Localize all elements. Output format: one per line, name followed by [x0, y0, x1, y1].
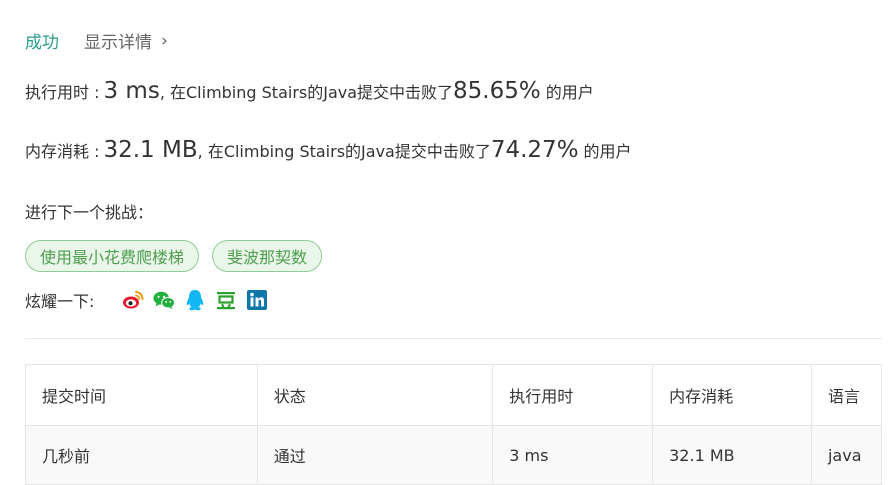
- header-status: 状态: [256, 364, 494, 426]
- memory-suffix: 的用户: [583, 142, 632, 161]
- runtime-stat: 执行用时 : 3 ms , 在Climbing Stairs的Java提交中击败…: [25, 78, 594, 104]
- memory-percent: 74.27%: [490, 137, 579, 163]
- linkedin-icon[interactable]: [246, 289, 268, 311]
- share-row: 炫耀一下:: [25, 288, 277, 312]
- douban-icon[interactable]: [215, 289, 237, 311]
- tag-min-cost-climbing-stairs[interactable]: 使用最小花费爬楼梯: [25, 240, 200, 272]
- tag-fibonacci-number[interactable]: 斐波那契数: [212, 240, 323, 272]
- runtime-percent: 85.65%: [453, 78, 541, 104]
- status-row: 成功 显示详情 ›: [25, 28, 168, 54]
- cell-status: 通过: [256, 425, 494, 485]
- cell-memory: 32.1 MB: [652, 425, 812, 485]
- qq-icon[interactable]: [184, 289, 206, 311]
- runtime-suffix: 的用户: [545, 83, 594, 102]
- table-row: 几秒前 通过 3 ms 32.1 MB java: [25, 425, 883, 485]
- memory-description: , 在Climbing Stairs的Java提交中击败了: [197, 142, 491, 161]
- header-memory: 内存消耗: [652, 364, 812, 426]
- memory-value: 32.1 MB: [103, 137, 198, 163]
- table-header-row: 提交时间 状态 执行用时 内存消耗 语言: [25, 364, 883, 426]
- memory-stat: 内存消耗 : 32.1 MB , 在Climbing Stairs的Java提交…: [25, 137, 632, 163]
- header-runtime: 执行用时: [492, 364, 654, 426]
- wechat-icon[interactable]: [153, 289, 176, 311]
- divider: [25, 338, 882, 339]
- show-details-label: 显示详情: [84, 33, 152, 53]
- chevron-right-icon: ›: [161, 30, 168, 51]
- header-language: 语言: [810, 364, 883, 426]
- submissions-table: 提交时间 状态 执行用时 内存消耗 语言 几秒前 通过 3 ms 32.1 MB…: [25, 364, 883, 485]
- runtime-description: , 在Climbing Stairs的Java提交中击败了: [159, 83, 454, 102]
- cell-submit-time: 几秒前: [25, 425, 258, 485]
- status-passed-link[interactable]: 通过: [274, 447, 306, 466]
- header-submit-time: 提交时间: [25, 364, 258, 426]
- cell-runtime: 3 ms: [492, 425, 654, 485]
- runtime-label: 执行用时 :: [25, 83, 100, 102]
- weibo-icon[interactable]: [122, 289, 144, 311]
- memory-label: 内存消耗 :: [25, 142, 100, 161]
- runtime-value: 3 ms: [103, 78, 160, 104]
- status-success: 成功: [25, 33, 59, 53]
- show-details-link[interactable]: 显示详情 ›: [84, 28, 168, 54]
- share-label: 炫耀一下:: [25, 292, 95, 311]
- next-challenge-label: 进行下一个挑战：: [25, 203, 154, 222]
- cell-language: java: [810, 425, 883, 485]
- share-icons: [122, 289, 277, 311]
- next-challenge-tags: 使用最小花费爬楼梯 斐波那契数: [25, 240, 335, 272]
